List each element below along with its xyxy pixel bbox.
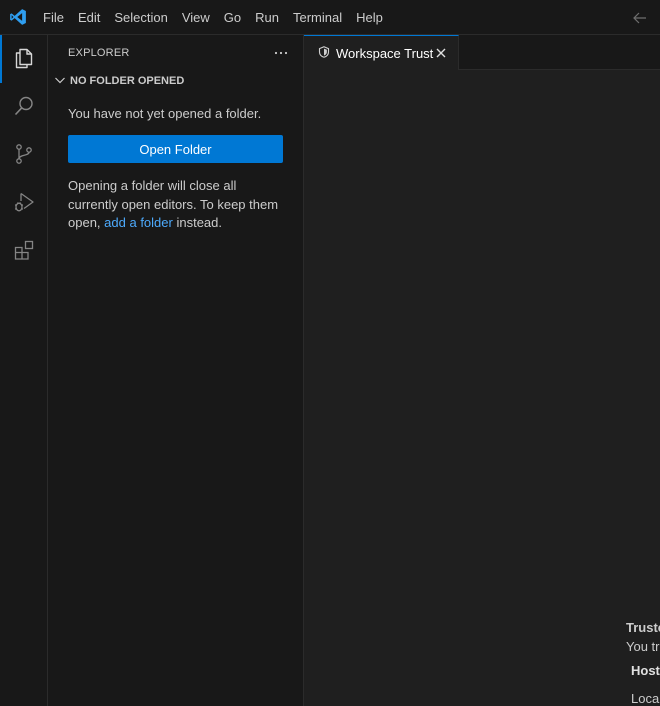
activity-search[interactable]: [0, 83, 48, 131]
menu-go[interactable]: Go: [217, 0, 248, 35]
welcome-message: You have not yet opened a folder.: [68, 106, 262, 121]
source-control-icon: [12, 142, 36, 169]
activity-extensions[interactable]: [0, 227, 48, 275]
host-label: Host: [631, 663, 660, 678]
activity-run-debug[interactable]: [0, 179, 48, 227]
tab-label: Workspace Trust: [336, 45, 434, 61]
shield-icon: [318, 45, 330, 61]
open-folder-button[interactable]: Open Folder: [68, 135, 283, 163]
more-actions-icon[interactable]: [271, 43, 291, 63]
search-icon: [12, 94, 36, 121]
menu-terminal[interactable]: Terminal: [286, 0, 349, 35]
activity-source-control[interactable]: [0, 131, 48, 179]
explorer-sidebar: EXPLORER NO FOLDER OPENED You have not y…: [48, 35, 304, 706]
tab-bar: Workspace Trust: [304, 35, 660, 70]
back-arrow-icon[interactable]: [630, 8, 650, 28]
title-bar: File Edit Selection View Go Run Terminal…: [0, 0, 660, 35]
welcome-note: Opening a folder will close all currentl…: [68, 177, 288, 233]
menu-run[interactable]: Run: [248, 0, 286, 35]
sidebar-header: EXPLORER: [48, 35, 303, 70]
local-label: Local: [631, 691, 660, 706]
menu-bar: File Edit Selection View Go Run Terminal…: [36, 0, 390, 35]
menu-edit[interactable]: Edit: [71, 0, 107, 35]
menu-help[interactable]: Help: [349, 0, 390, 35]
editor-area: Workspace Trust Truste You tr Host Local: [304, 35, 660, 706]
note-suffix: instead.: [176, 215, 223, 230]
close-icon[interactable]: [432, 44, 450, 62]
menu-selection[interactable]: Selection: [107, 0, 174, 35]
menu-view[interactable]: View: [175, 0, 217, 35]
note-prefix: Opening a folder will close all currentl…: [68, 178, 279, 230]
sidebar-title: EXPLORER: [68, 46, 130, 59]
section-title: NO FOLDER OPENED: [70, 75, 185, 87]
files-icon: [12, 46, 36, 73]
chevron-down-icon: [52, 72, 68, 91]
trust-title: Truste: [626, 620, 660, 635]
welcome-view: You have not yet opened a folder. Open F…: [48, 105, 303, 233]
activity-bar: [0, 35, 48, 706]
add-folder-link[interactable]: add a folder: [104, 215, 173, 230]
activity-explorer[interactable]: [0, 35, 48, 83]
vscode-logo-icon: [0, 0, 35, 35]
run-debug-icon: [12, 190, 36, 217]
menu-file[interactable]: File: [36, 0, 71, 35]
extensions-icon: [12, 238, 36, 265]
tab-workspace-trust[interactable]: Workspace Trust: [304, 35, 459, 70]
section-header[interactable]: NO FOLDER OPENED: [48, 70, 303, 92]
trust-description: You tr: [626, 639, 660, 654]
